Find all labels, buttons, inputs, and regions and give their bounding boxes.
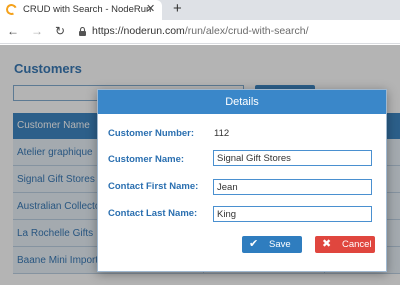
cancel-button[interactable]: ✖ Cancel (315, 236, 375, 253)
browser-tab-bar: CRUD with Search - NodeRun ✕ + (0, 0, 400, 20)
forward-arrow-icon[interactable]: → (31, 24, 43, 38)
browser-tab[interactable]: CRUD with Search - NodeRun ✕ (0, 0, 162, 20)
customer-number-label: Customer Number: (108, 128, 195, 139)
contact-last-name-field[interactable] (213, 206, 372, 222)
noderun-favicon-icon (4, 2, 19, 17)
cancel-label: Cancel (342, 239, 372, 250)
reload-icon[interactable]: ↻ (55, 24, 65, 38)
url-host: https://noderun.com (92, 25, 185, 37)
save-label: Save (269, 239, 291, 250)
new-tab-icon[interactable]: + (173, 1, 182, 17)
save-button[interactable]: ✔ Save (242, 236, 302, 253)
address-bar: ← → ↻ https://noderun.com/run/alex/crud-… (0, 20, 400, 44)
details-dialog: Details Customer Number: 112 Customer Na… (97, 89, 387, 272)
contact-last-name-label: Contact Last Name: (108, 208, 198, 219)
checkmark-icon: ✔ (249, 238, 259, 250)
customer-name-label: Customer Name: (108, 154, 185, 165)
tab-title: CRUD with Search - NodeRun (23, 4, 152, 15)
customer-number-value: 112 (214, 128, 230, 139)
close-icon: ✖ (322, 238, 332, 250)
url-path: /run/alex/crud-with-search/ (184, 25, 309, 37)
tab-close-icon[interactable]: ✕ (146, 3, 155, 15)
back-arrow-icon[interactable]: ← (7, 24, 19, 38)
url-field[interactable]: https://noderun.com/run/alex/crud-with-s… (92, 25, 309, 37)
dialog-title: Details (98, 90, 386, 114)
customer-name-field[interactable] (213, 150, 372, 166)
contact-first-name-label: Contact First Name: (108, 181, 199, 192)
contact-first-name-field[interactable] (213, 179, 372, 195)
lock-icon[interactable] (79, 27, 86, 36)
